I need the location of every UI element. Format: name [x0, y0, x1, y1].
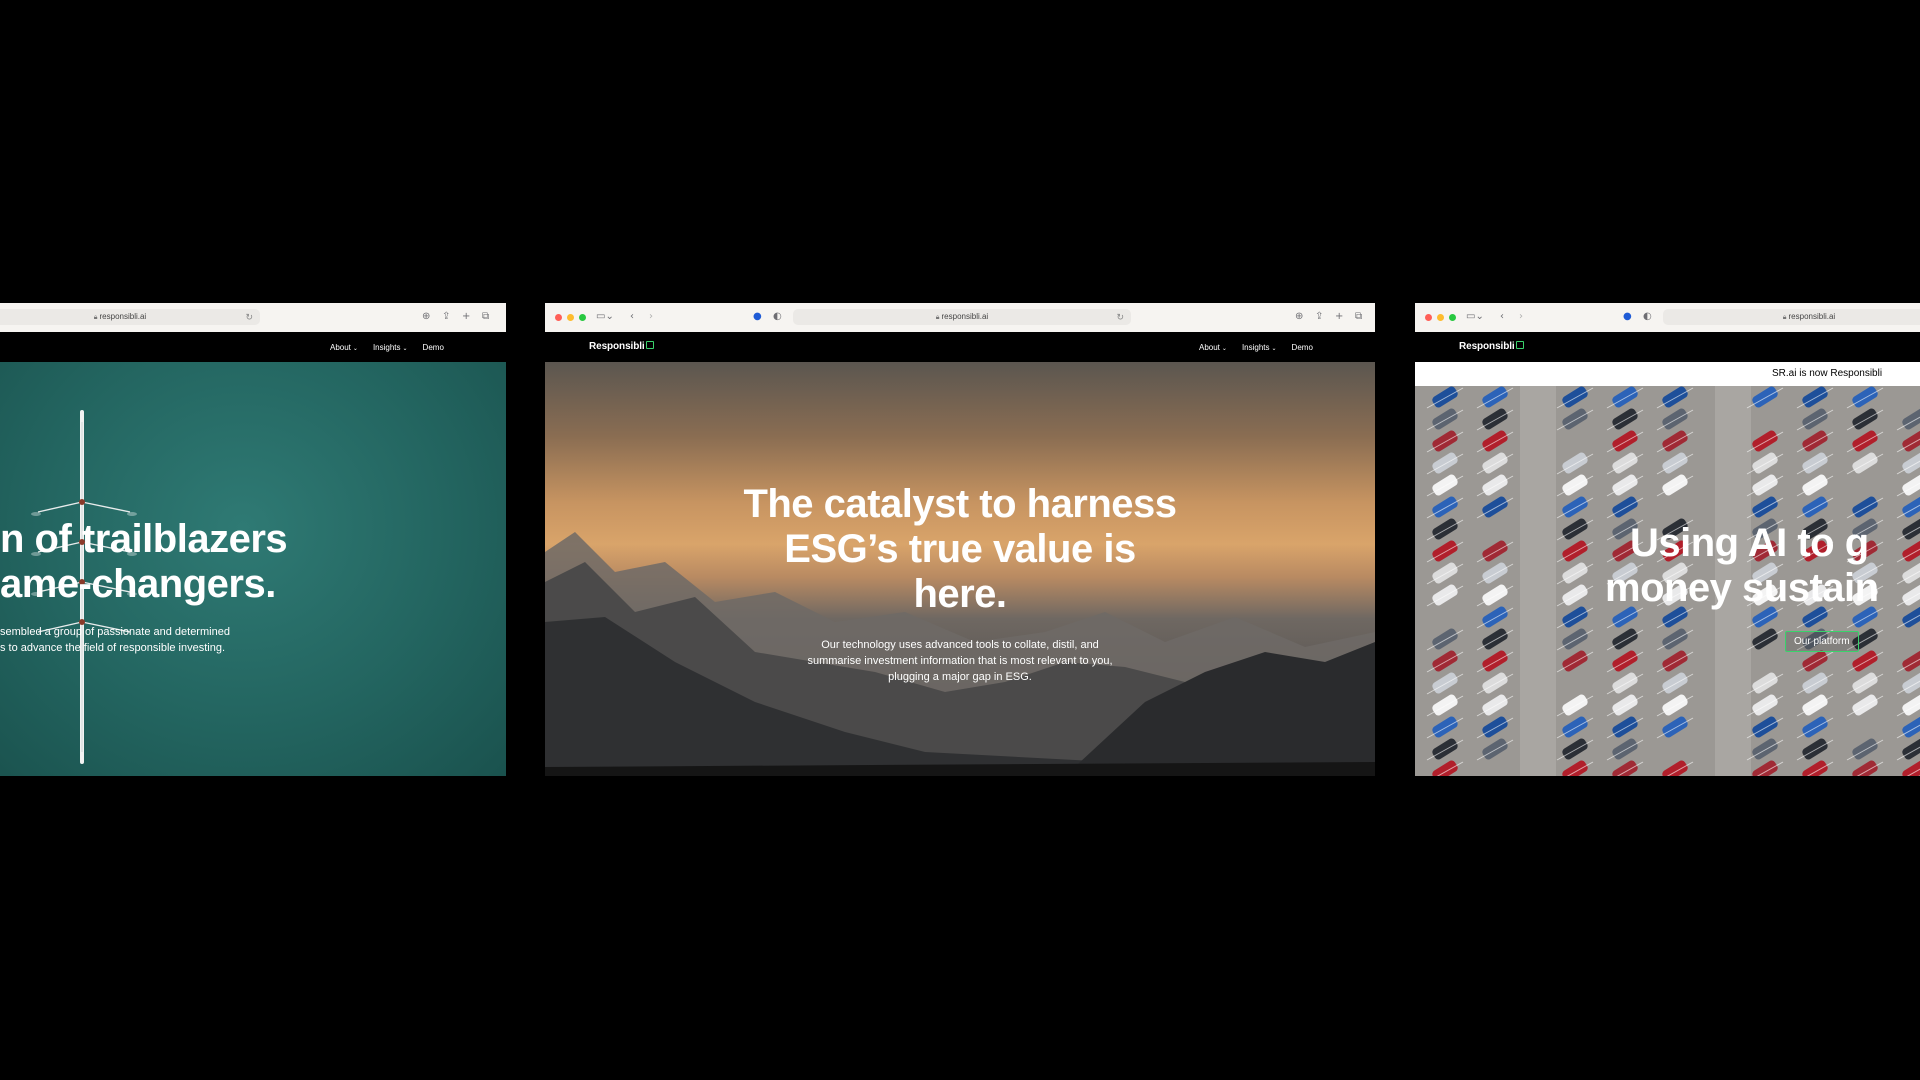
browser-toolbar: ▭⌄ ‹ › ● ◐ 🔒︎ responsibli.ai — [1415, 303, 1920, 333]
share-icon[interactable]: ⇪ — [442, 310, 450, 324]
nav-about[interactable]: About ⌄ — [1199, 343, 1227, 352]
hero-title: n of trailblazers ame-changers. — [0, 517, 288, 606]
logo-mark-icon — [645, 341, 654, 349]
shield-icon[interactable]: ◐ — [1643, 310, 1652, 324]
nav-demo[interactable]: Demo — [1292, 343, 1313, 352]
tabs-overview-icon[interactable]: ⧉ — [482, 310, 489, 324]
our-platform-button[interactable]: Our platform — [1785, 631, 1859, 652]
hero-title: Using AI to g money sustain — [1605, 521, 1879, 610]
brand-logo[interactable]: Responsibli — [589, 341, 654, 352]
site-navbar: About ⌄ Insights ⌄ Demo — [0, 332, 506, 362]
download-icon[interactable]: ⊕ — [1295, 310, 1303, 324]
hero-title: The catalyst to harness ESG’s true value… — [743, 482, 1177, 616]
close-window-button[interactable] — [1425, 314, 1432, 321]
chevron-left-icon[interactable]: ‹ — [630, 310, 634, 324]
zoom-window-button[interactable] — [579, 314, 586, 321]
lock-icon: 🔒︎ — [935, 314, 940, 321]
chevron-right-icon[interactable]: › — [1519, 310, 1523, 324]
announcement-banner: SR.ai is now Responsibli — [1415, 362, 1920, 386]
site-navbar: Responsibli About ⌄ Insights ⌄ Demo — [545, 332, 1375, 362]
plus-icon[interactable]: + — [1335, 310, 1343, 324]
reload-icon[interactable]: ↻ — [1116, 309, 1124, 325]
logo-mark-icon — [1515, 341, 1524, 349]
hero-mountains: The catalyst to harness ESG’s true value… — [545, 362, 1375, 776]
minimize-window-button[interactable] — [567, 314, 574, 321]
extension-icon[interactable]: ● — [753, 310, 762, 324]
tabs-overview-icon[interactable]: ⧉ — [1355, 310, 1362, 324]
chevron-left-icon[interactable]: ‹ — [1500, 310, 1504, 324]
lock-icon: 🔒︎ — [93, 314, 98, 321]
sidebar-icon[interactable]: ▭⌄ — [596, 310, 614, 324]
site-navbar: Responsibli — [1415, 332, 1920, 362]
nav-insights[interactable]: Insights ⌄ — [1242, 343, 1277, 352]
address-bar[interactable]: 🔒︎ responsibli.ai — [1663, 309, 1920, 325]
nav-links: About ⌄ Insights ⌄ Demo — [330, 343, 444, 352]
lock-icon: 🔒︎ — [1782, 314, 1787, 321]
close-window-button[interactable] — [555, 314, 562, 321]
extension-icon[interactable]: ● — [1623, 310, 1632, 324]
window-controls — [1425, 314, 1456, 321]
chevron-down-icon: ⌄ — [1221, 346, 1227, 352]
banner-text: SR.ai is now Responsibli — [1772, 368, 1883, 379]
chevron-down-icon: ⌄ — [1271, 346, 1277, 352]
address-bar[interactable]: 🔒︎ responsibli.ai ↻ — [0, 309, 260, 325]
chevron-down-icon: ⌄ — [402, 346, 408, 352]
browser-window-right: ▭⌄ ‹ › ● ◐ 🔒︎ responsibli.ai Responsibli … — [1415, 303, 1920, 776]
chevron-right-icon[interactable]: › — [649, 310, 653, 324]
address-url: responsibli.ai — [1788, 312, 1836, 321]
nav-demo[interactable]: Demo — [423, 343, 444, 352]
hero-subtitle: sembled a group of passionate and determ… — [0, 626, 230, 654]
shield-icon[interactable]: ◐ — [773, 310, 782, 324]
address-url: responsibli.ai — [99, 312, 147, 321]
nav-links: About ⌄ Insights ⌄ Demo — [1199, 343, 1313, 352]
plus-icon[interactable]: + — [462, 310, 470, 324]
browser-window-left: 🔒︎ responsibli.ai ↻ ⊕ ⇪ + ⧉ About ⌄ Insigh… — [0, 303, 506, 776]
zoom-window-button[interactable] — [1449, 314, 1456, 321]
share-icon[interactable]: ⇪ — [1315, 310, 1323, 324]
reload-icon[interactable]: ↻ — [245, 309, 253, 325]
address-url: responsibli.ai — [941, 312, 989, 321]
hero-rowing: n of trailblazers ame-changers. sembled … — [0, 362, 506, 776]
sidebar-icon[interactable]: ▭⌄ — [1466, 310, 1484, 324]
address-bar[interactable]: 🔒︎ responsibli.ai ↻ — [793, 309, 1131, 325]
browser-window-center: ▭⌄ ‹ › ● ◐ 🔒︎ responsibli.ai ↻ ⊕ ⇪ + ⧉ Re… — [545, 303, 1375, 776]
hero-subtitle: Our technology uses advanced tools to co… — [807, 639, 1113, 683]
brand-logo[interactable]: Responsibli — [1459, 341, 1524, 352]
nav-about[interactable]: About ⌄ — [330, 343, 358, 352]
browser-toolbar: 🔒︎ responsibli.ai ↻ ⊕ ⇪ + ⧉ — [0, 303, 506, 333]
chevron-down-icon: ⌄ — [352, 346, 358, 352]
screen: 🔒︎ responsibli.ai ↻ ⊕ ⇪ + ⧉ About ⌄ Insigh… — [0, 0, 1920, 1080]
hero-parking-lot: Using AI to g money sustain Our platform — [1415, 386, 1920, 776]
nav-insights[interactable]: Insights ⌄ — [373, 343, 408, 352]
window-controls — [555, 314, 586, 321]
download-icon[interactable]: ⊕ — [422, 310, 430, 324]
browser-toolbar: ▭⌄ ‹ › ● ◐ 🔒︎ responsibli.ai ↻ ⊕ ⇪ + ⧉ — [545, 303, 1375, 333]
minimize-window-button[interactable] — [1437, 314, 1444, 321]
